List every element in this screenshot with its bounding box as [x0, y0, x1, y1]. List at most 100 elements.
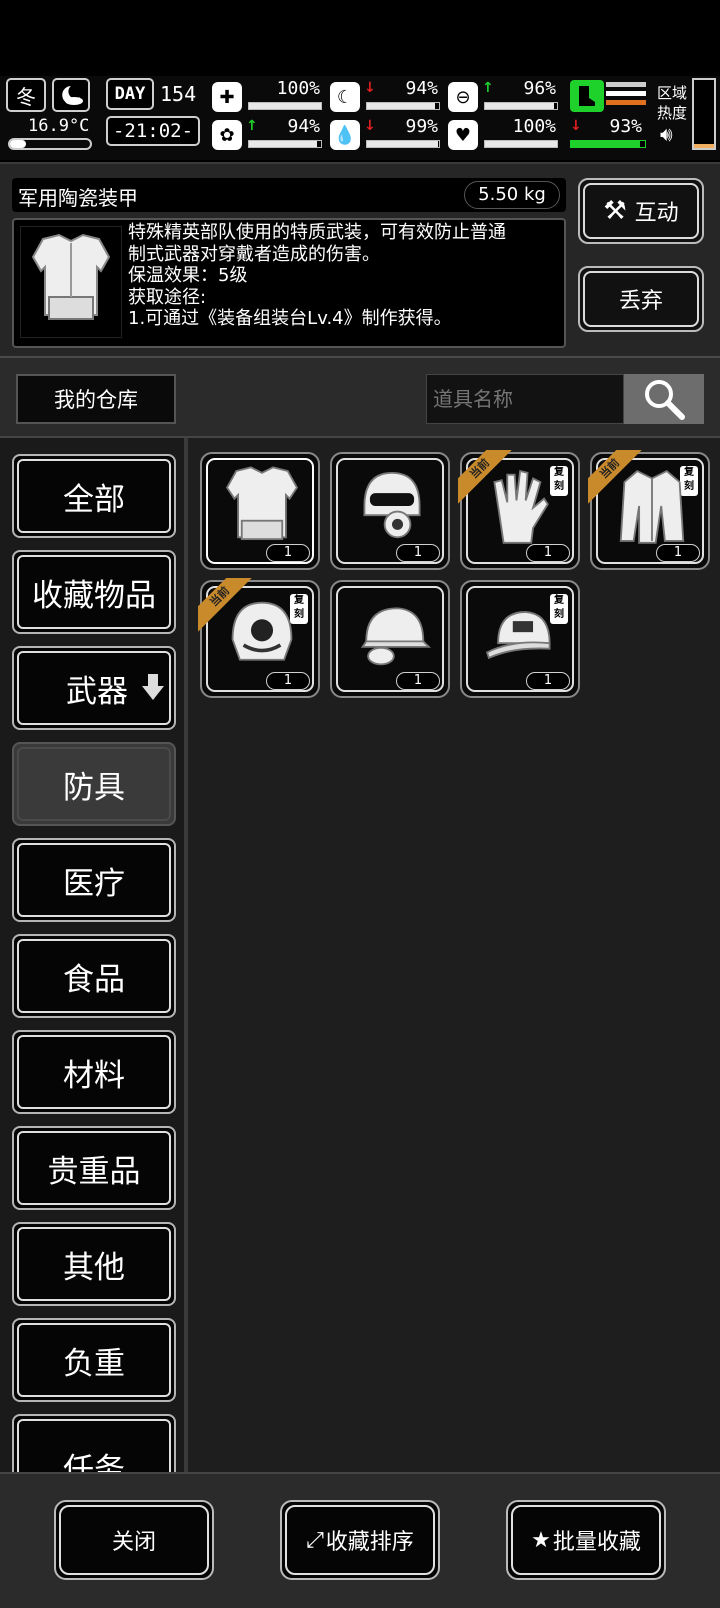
armor-icon — [20, 226, 122, 338]
warehouse-bar: 我的仓库 — [0, 356, 720, 436]
armor-icon — [225, 466, 299, 541]
heart-bar — [484, 140, 558, 148]
star-icon: ★ — [531, 1527, 551, 1553]
inventory-area: 全部 收藏物品 武器 防具 医疗 食品 材料 贵重品 其他 负重 任务 1 1 … — [0, 436, 720, 1472]
item-count: 1 — [266, 544, 310, 562]
stamina-bar — [570, 140, 646, 148]
day-label: DAY — [114, 84, 146, 104]
category-medical[interactable]: 医疗 — [12, 838, 176, 922]
stamina-levels — [606, 82, 646, 110]
pill-icon: ⊖ — [448, 82, 478, 112]
day-number: 154 — [160, 82, 197, 106]
search-input[interactable] — [426, 374, 624, 424]
category-valuables[interactable]: 贵重品 — [12, 1126, 176, 1210]
category-label: 防具 — [63, 769, 125, 806]
weather-moon-icon — [52, 78, 90, 112]
category-label: 食品 — [63, 961, 125, 998]
category-armor[interactable]: 防具 — [12, 742, 176, 826]
sanity-value: 94% — [287, 116, 320, 137]
category-label: 贵重品 — [47, 1153, 141, 1190]
health-value: 100% — [276, 78, 320, 99]
sort-label: 收藏排序 — [325, 1530, 414, 1555]
status-bar: 冬 16.9°C DAY 154 -21:02- ✚ 100% ✿ ↑ 94% … — [0, 76, 720, 160]
mood-value: 96% — [523, 78, 556, 99]
medkit-icon: ✚ — [212, 82, 242, 112]
heart-value: 100% — [512, 116, 556, 137]
hunger-bar — [366, 102, 440, 110]
category-favorites[interactable]: 收藏物品 — [12, 550, 176, 634]
category-quests[interactable]: 任务 — [12, 1414, 176, 1472]
item-slot-baseball-cap[interactable]: 复刻 1 — [460, 580, 580, 698]
category-label: 其他 — [63, 1249, 125, 1286]
boot-icon — [570, 80, 604, 112]
water-drop-icon: 💧 — [330, 120, 360, 150]
item-title-bar: 军用陶瓷装甲 5.50 kg — [12, 178, 566, 212]
temperature-label: 16.9°C — [28, 116, 90, 136]
category-food[interactable]: 食品 — [12, 934, 176, 1018]
item-name: 军用陶瓷装甲 — [18, 186, 138, 210]
category-label: 收藏物品 — [32, 577, 156, 614]
speaker-icon[interactable]: 🔊︎ — [660, 122, 673, 146]
batch-favorite-button[interactable]: ★ 批量收藏 — [506, 1500, 666, 1580]
zone-heat-label-2: 热度 — [657, 104, 688, 122]
batch-label: 批量收藏 — [552, 1530, 641, 1555]
thirst-value: 99% — [405, 116, 438, 137]
item-slot-tactical-helmet[interactable]: 当前 复刻 1 — [198, 578, 320, 698]
category-label: 任务 — [63, 1451, 125, 1473]
time-label: -21:02- — [112, 120, 194, 142]
search-button[interactable] — [624, 374, 704, 424]
discard-button[interactable]: 丢弃 — [578, 266, 704, 332]
day-badge: DAY — [106, 78, 154, 110]
stomach-icon: ☾ — [330, 82, 360, 112]
tactical-helmet-icon — [231, 601, 293, 661]
hammer-icon: ⚒ — [603, 196, 627, 226]
temperature-gauge — [8, 138, 92, 150]
close-label: 关闭 — [111, 1530, 156, 1555]
hunger-value: 94% — [405, 78, 438, 99]
item-slot-gas-mask-helmet[interactable]: 1 — [330, 452, 450, 570]
category-materials[interactable]: 材料 — [12, 1030, 176, 1114]
expand-down-arrow-icon — [142, 674, 164, 700]
item-slot-gloves[interactable]: 当前 复刻 1 — [458, 450, 580, 570]
interact-button[interactable]: ⚒ 互动 — [578, 178, 704, 244]
item-grid: 1 1 当前 复刻 1 当前 复刻 1 当前 复 刻 1 1 复 刻 1 — [196, 438, 716, 1468]
favorite-sort-button[interactable]: ⤢ 收藏排序 — [280, 1500, 440, 1580]
category-label: 武器 — [66, 673, 128, 710]
brain-icon: ✿ — [212, 120, 242, 150]
item-count: 1 — [526, 672, 570, 690]
clock-display: -21:02- — [106, 116, 200, 146]
stamina-value: 93% — [609, 116, 642, 137]
interact-label: 互动 — [634, 201, 679, 226]
sanity-bar — [248, 140, 322, 148]
item-description-box: 特殊精英部队使用的特质武装，可有效防止普通 制式武器对穿戴者造成的伤害。 保温效… — [12, 218, 566, 348]
zone-heat-meter — [692, 78, 716, 150]
item-count: 1 — [526, 544, 570, 562]
item-count: 1 — [656, 544, 700, 562]
gloves-icon — [493, 469, 549, 544]
item-count: 1 — [266, 672, 310, 690]
category-weapons[interactable]: 武器 — [12, 646, 176, 730]
category-load[interactable]: 负重 — [12, 1318, 176, 1402]
category-label: 负重 — [63, 1345, 125, 1382]
category-all[interactable]: 全部 — [12, 454, 176, 538]
mood-bar — [484, 102, 558, 110]
cap-with-mic-icon — [360, 607, 432, 666]
item-slot-coat[interactable]: 当前 复刻 1 — [588, 450, 710, 570]
coat-icon — [619, 469, 685, 544]
item-description: 特殊精英部队使用的特质武装，可有效防止普通 制式武器对穿戴者造成的伤害。 保温效… — [128, 222, 506, 329]
search-icon — [645, 380, 685, 420]
heart-icon: ♥ — [448, 120, 478, 150]
season-badge: 冬 — [6, 78, 46, 112]
item-detail-panel: 军用陶瓷装甲 5.50 kg 特殊精英部队使用的特质武装，可有效防止普通 制式武… — [0, 162, 720, 356]
category-list[interactable]: 全部 收藏物品 武器 防具 医疗 食品 材料 贵重品 其他 负重 任务 — [0, 438, 188, 1472]
warehouse-button[interactable]: 我的仓库 — [16, 374, 176, 424]
close-button[interactable]: 关闭 — [54, 1500, 214, 1580]
item-slot-cap-with-mic[interactable]: 1 — [330, 580, 450, 698]
item-slot-ceramic-armor[interactable]: 1 — [200, 452, 320, 570]
category-label: 材料 — [63, 1057, 125, 1094]
item-count: 1 — [396, 672, 440, 690]
thirst-bar — [366, 140, 440, 148]
baseball-cap-icon — [485, 610, 551, 660]
item-weight: 5.50 kg — [464, 181, 560, 209]
category-other[interactable]: 其他 — [12, 1222, 176, 1306]
